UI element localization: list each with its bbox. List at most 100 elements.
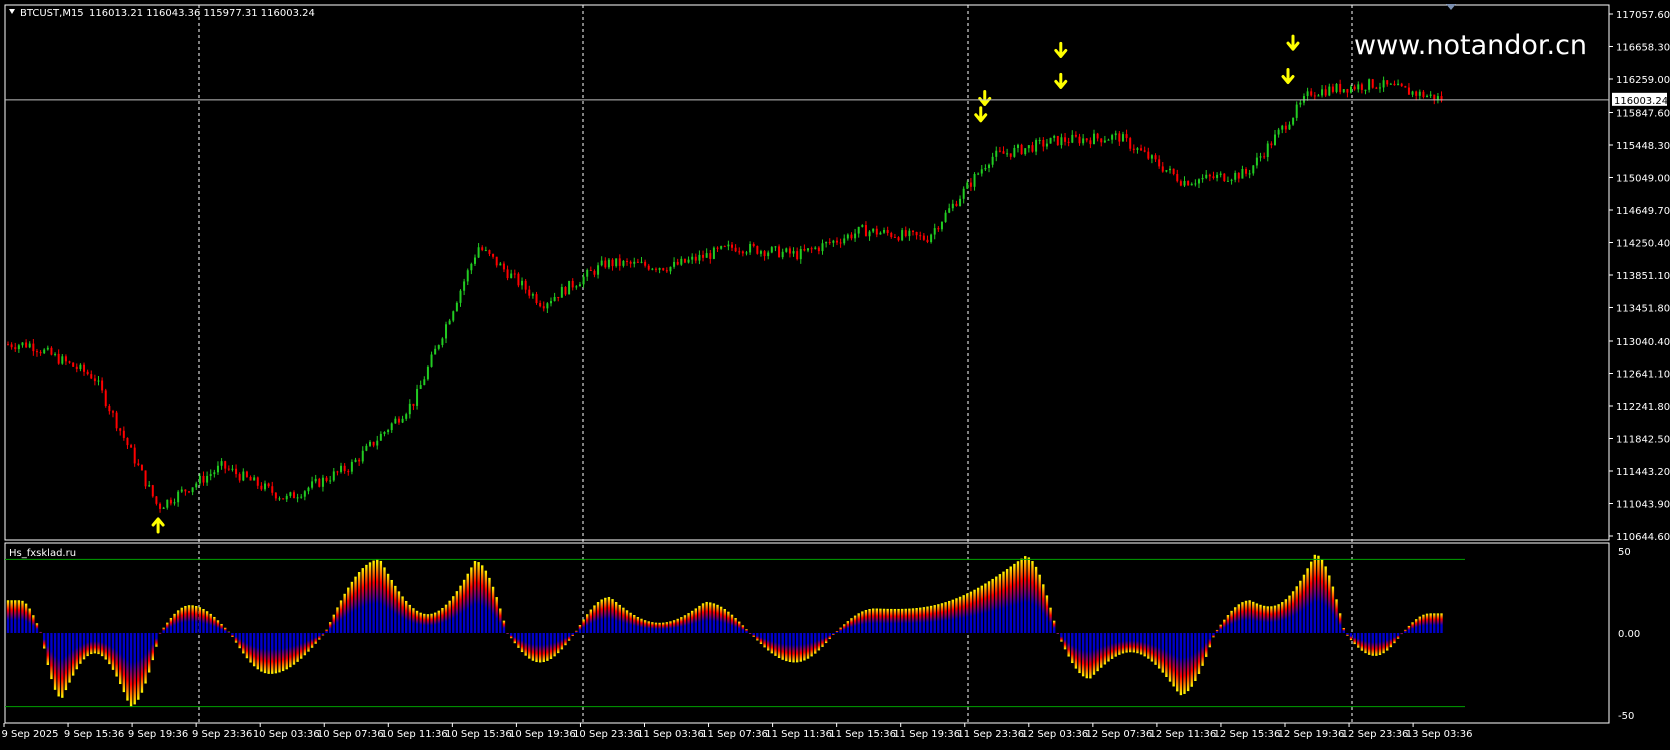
- histogram-bar: [1259, 604, 1262, 633]
- candle-body: [1360, 84, 1363, 90]
- candle-body: [604, 260, 607, 268]
- histogram-bar: [506, 633, 509, 634]
- histogram-bar: [759, 633, 763, 644]
- candle-body: [437, 345, 440, 349]
- histogram-bar: [662, 622, 665, 633]
- candle-body: [720, 246, 723, 249]
- candle-body: [531, 294, 534, 296]
- candle-body: [104, 390, 107, 407]
- candle-body: [332, 471, 335, 481]
- candle-body: [242, 471, 245, 481]
- histogram-bar: [908, 608, 911, 633]
- candle-body: [1426, 95, 1429, 98]
- candle-body: [188, 491, 190, 493]
- candle-body: [159, 503, 162, 509]
- histogram-bar: [991, 578, 994, 633]
- candle-body: [173, 502, 176, 504]
- histogram-bar: [557, 633, 560, 654]
- histogram-bar: [929, 605, 933, 633]
- candle-body: [1292, 117, 1295, 125]
- histogram-bar: [843, 624, 846, 633]
- histogram-bar: [50, 633, 53, 680]
- candle-body: [231, 468, 234, 470]
- histogram-bar: [1100, 633, 1103, 668]
- histogram-bar: [260, 633, 263, 672]
- histogram-bar: [546, 633, 549, 661]
- histogram-bar: [1237, 604, 1240, 633]
- histogram-bar: [289, 633, 292, 668]
- histogram-bar: [643, 620, 647, 633]
- histogram-bar: [350, 581, 354, 633]
- candle-body: [1252, 165, 1255, 174]
- histogram-bar: [520, 633, 524, 653]
- candle-body: [1197, 179, 1200, 184]
- candle-body: [292, 492, 295, 499]
- chart-canvas[interactable]: BTCUST,M15 116013.21 116043.36 115977.31…: [0, 0, 1670, 746]
- candle-body: [54, 353, 57, 355]
- candle-body: [984, 167, 987, 170]
- histogram-bar: [343, 593, 346, 633]
- candle-body: [553, 296, 556, 302]
- candle-body: [75, 366, 78, 370]
- price-axis-label: 116259.00: [1616, 75, 1670, 86]
- candle-body: [1129, 138, 1132, 149]
- candle-body: [1404, 86, 1407, 88]
- candle-body: [256, 477, 259, 486]
- candle-body: [600, 260, 603, 266]
- candle-body: [1190, 183, 1193, 186]
- histogram-bar: [665, 622, 669, 633]
- histogram-bar: [1226, 615, 1230, 633]
- histogram-bar: [1005, 569, 1009, 633]
- histogram-bar: [1396, 633, 1400, 639]
- histogram-bar: [940, 603, 944, 633]
- histogram-bar: [263, 633, 267, 674]
- candle-body: [807, 248, 810, 251]
- price-axis-label: 117057.60: [1616, 10, 1670, 21]
- candle-body: [539, 303, 542, 307]
- histogram-bar: [1386, 633, 1389, 651]
- histogram-bar: [549, 633, 553, 659]
- histogram-bar: [433, 612, 437, 633]
- histogram-bar: [187, 605, 191, 633]
- candle-body: [597, 265, 600, 275]
- candle-body: [709, 253, 712, 259]
- histogram-bar: [1357, 633, 1360, 648]
- candle-body: [376, 440, 379, 446]
- histogram-bar: [1194, 633, 1197, 681]
- candle-body: [492, 253, 495, 257]
- candle-body: [564, 287, 567, 295]
- histogram-bar: [669, 621, 672, 633]
- histogram-bar: [1042, 584, 1045, 633]
- histogram-bar: [1414, 619, 1418, 633]
- histogram-bar: [756, 633, 759, 641]
- histogram-bar: [1422, 614, 1425, 633]
- chart-window[interactable]: BTCUST,M15 116013.21 116043.36 115977.31…: [0, 0, 1670, 746]
- candle-body: [662, 268, 665, 271]
- candle-body: [803, 249, 806, 251]
- candle-body: [521, 280, 524, 286]
- histogram-bar: [285, 633, 288, 670]
- histogram-bar: [1045, 595, 1049, 633]
- histogram-bar: [785, 633, 788, 662]
- histogram-bar: [14, 600, 17, 633]
- histogram-bar: [846, 621, 850, 633]
- histogram-bar: [966, 593, 969, 633]
- candle-body: [130, 445, 133, 448]
- candle-body: [864, 225, 867, 237]
- histogram-bar: [1168, 633, 1172, 682]
- candle-body: [607, 259, 610, 268]
- candle-body: [922, 235, 925, 240]
- histogram-bar: [477, 562, 480, 633]
- histogram-bar: [231, 633, 234, 637]
- histogram-bar: [904, 608, 907, 633]
- candle-body: [727, 244, 730, 247]
- histogram-bar: [1342, 627, 1345, 633]
- histogram-bar: [1313, 554, 1317, 633]
- histogram-bar: [245, 633, 249, 659]
- candle-body: [430, 354, 433, 367]
- histogram-bar: [1367, 633, 1371, 655]
- histogram-bar: [455, 591, 459, 633]
- histogram-bar: [35, 623, 39, 633]
- candle-body: [770, 247, 773, 253]
- histogram-bar: [1288, 595, 1291, 633]
